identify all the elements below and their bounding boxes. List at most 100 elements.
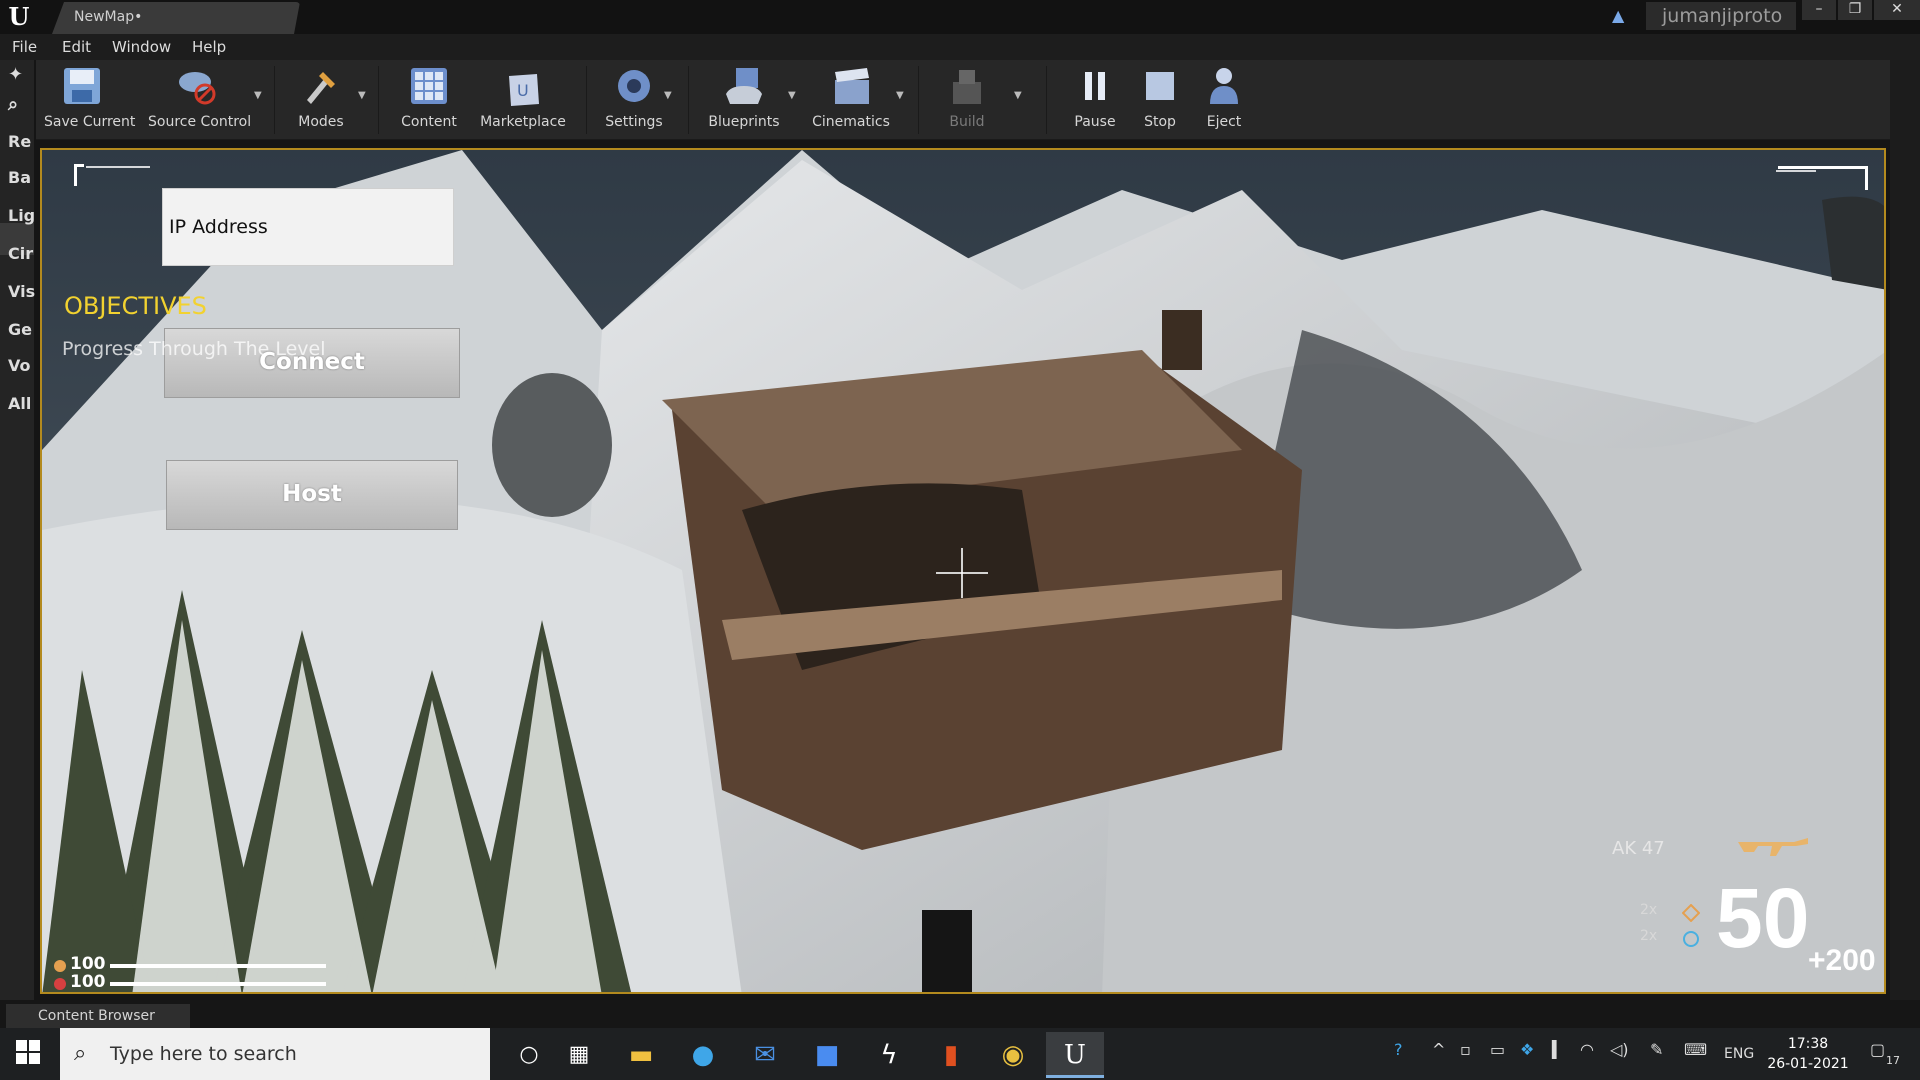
chevron-down-icon[interactable]: ▼	[1014, 90, 1022, 101]
chevron-down-icon[interactable]: ▼	[896, 90, 904, 101]
modes-label: Modes	[298, 114, 344, 130]
graduation-cap-icon[interactable]: ▲	[1612, 6, 1634, 26]
windows-start-icon[interactable]	[16, 1040, 40, 1064]
tab-newmap[interactable]: NewMap•	[52, 2, 300, 34]
help-icon[interactable]: ?	[1394, 1040, 1403, 1059]
svg-text:U: U	[517, 81, 529, 100]
left-item-volumes[interactable]: Vo	[8, 356, 31, 375]
chevron-down-icon[interactable]: ▼	[254, 90, 262, 101]
toolbar-divider	[1046, 66, 1047, 134]
rifle-icon	[1738, 838, 1808, 856]
screen: { "window": { "tab_title": "NewMap•", "p…	[0, 0, 1920, 1080]
details-panel-edge	[1890, 60, 1920, 1000]
close-button[interactable]: ✕	[1874, 0, 1920, 20]
cinematics-button[interactable]: Cinematics	[808, 64, 894, 136]
eject-button[interactable]: Eject	[1196, 64, 1252, 136]
content-browser-tab[interactable]: Content Browser	[6, 1004, 190, 1028]
marketplace-label: Marketplace	[480, 114, 566, 130]
menu-window[interactable]: Window	[112, 38, 171, 56]
modes-panel: ✦ ⌕ Re Ba Lig Cir Vis Ge Vo All	[0, 60, 35, 1000]
settings-button[interactable]: Settings	[596, 64, 672, 136]
marketplace-button[interactable]: U Marketplace	[480, 64, 566, 136]
marketplace-bag-icon: U	[509, 74, 539, 106]
restore-button[interactable]: ❐	[1838, 0, 1872, 20]
taskbar-search-input[interactable]: ⌕ Type here to search	[60, 1028, 490, 1080]
unreal-logo-icon[interactable]: U	[4, 2, 34, 32]
hud-line-left	[86, 166, 150, 168]
chrome-icon[interactable]: ◉	[984, 1032, 1042, 1078]
device-icon[interactable]: ▫	[1460, 1040, 1471, 1059]
diamond-icon	[1682, 904, 1700, 922]
chevron-up-icon[interactable]: ^	[1432, 1040, 1445, 1059]
office-icon[interactable]: ▮	[922, 1032, 980, 1078]
mail-icon[interactable]: ✉	[736, 1032, 794, 1078]
host-button[interactable]: Host	[166, 460, 458, 530]
armor-icon	[54, 960, 66, 972]
left-item-lights[interactable]: Lig	[8, 206, 35, 225]
project-name: jumanjiproto	[1646, 2, 1796, 30]
armor-bar	[110, 964, 326, 968]
minimize-button[interactable]: –	[1802, 0, 1836, 20]
content-button[interactable]: Content	[398, 64, 460, 136]
keyboard-icon[interactable]: ⌨	[1684, 1040, 1707, 1059]
left-item-basic[interactable]: Ba	[8, 168, 31, 187]
language-indicator[interactable]: ENG	[1724, 1046, 1754, 1062]
task-view-icon[interactable]: ▦	[550, 1032, 608, 1078]
chevron-down-icon[interactable]: ▼	[358, 90, 366, 101]
left-item-recent[interactable]: Re	[8, 132, 31, 151]
file-explorer-icon[interactable]: ▬	[612, 1032, 670, 1078]
ip-address-input[interactable]: IP Address	[162, 188, 454, 266]
blueprints-button[interactable]: Blueprints	[704, 64, 784, 136]
title-bar: U NewMap• ▲ jumanjiproto – ❐ ✕	[0, 0, 1920, 34]
left-item-visual[interactable]: Vis	[8, 282, 35, 301]
notifications-icon[interactable]: ▢	[1870, 1040, 1885, 1059]
menu-help[interactable]: Help	[192, 38, 226, 56]
edge-browser-icon[interactable]: ●	[674, 1032, 732, 1078]
unreal-engine-taskbar-icon[interactable]: U	[1046, 1032, 1104, 1078]
toolbar-divider	[378, 66, 379, 134]
chevron-down-icon[interactable]: ▼	[664, 90, 672, 101]
volume-icon[interactable]: ◁)	[1610, 1040, 1629, 1059]
battery-icon[interactable]: ▭	[1490, 1040, 1505, 1059]
dropbox-icon[interactable]: ❖	[1520, 1040, 1534, 1059]
left-item-cinematic[interactable]: Cir	[8, 244, 33, 263]
left-item-geometry[interactable]: Ge	[8, 320, 32, 339]
save-current-label: Save Current	[44, 114, 136, 130]
stop-button[interactable]: Stop	[1134, 64, 1186, 136]
content-label: Content	[401, 114, 457, 130]
health-value: 100	[70, 972, 106, 992]
search-placeholder: Type here to search	[110, 1043, 297, 1065]
build-button[interactable]: Build	[936, 64, 998, 136]
microphone-icon[interactable]: ▍	[1552, 1040, 1564, 1059]
zoom-icon[interactable]: ■	[798, 1032, 856, 1078]
pause-label: Pause	[1074, 114, 1116, 130]
lightning-app-icon[interactable]: ϟ	[860, 1032, 918, 1078]
save-current-button[interactable]: Save Current	[44, 64, 136, 136]
modes-icon	[307, 72, 335, 104]
game-viewport[interactable]: IP Address OBJECTIVES Connect Progress T…	[40, 148, 1886, 994]
objectives-heading: OBJECTIVES	[64, 292, 207, 320]
target-icon	[1683, 931, 1699, 947]
source-control-icon	[179, 72, 216, 105]
menu-edit[interactable]: Edit	[62, 38, 91, 56]
source-control-button[interactable]: Source Control	[148, 64, 251, 136]
health-bar	[110, 982, 326, 986]
bottom-tab-strip	[0, 1000, 1920, 1028]
build-bricks-icon	[953, 70, 981, 104]
weapon-name: AK 47	[1612, 838, 1665, 859]
place-mode-icon[interactable]: ✦	[8, 64, 23, 85]
modes-button[interactable]: Modes	[294, 64, 348, 136]
left-item-all[interactable]: All	[8, 394, 31, 413]
multiplier-2: 2x	[1640, 928, 1658, 944]
pen-icon[interactable]: ✎	[1650, 1040, 1663, 1059]
pause-button[interactable]: Pause	[1064, 64, 1126, 136]
gear-icon	[618, 70, 650, 102]
search-icon[interactable]: ⌕	[8, 94, 18, 115]
main-toolbar: Save Current Source Control ▼ Modes ▼ Co…	[36, 60, 1890, 140]
menu-file[interactable]: File	[12, 38, 37, 56]
clock[interactable]: 17:38 26-01-2021	[1760, 1034, 1856, 1074]
wifi-icon[interactable]: ◠	[1580, 1040, 1594, 1059]
toolbar-divider	[688, 66, 689, 134]
chevron-down-icon[interactable]: ▼	[788, 90, 796, 101]
menu-bar: File Edit Window Help	[0, 34, 1920, 60]
